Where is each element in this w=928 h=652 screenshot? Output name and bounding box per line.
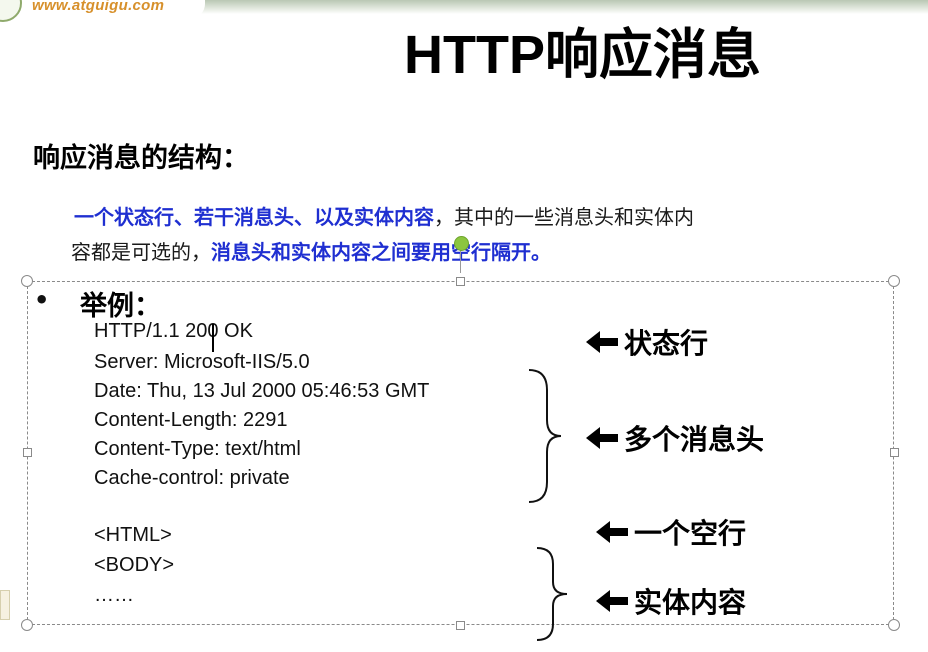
example-heading[interactable]: 举例： bbox=[80, 284, 161, 323]
left-arrow-icon bbox=[596, 590, 628, 612]
resize-handle-top-left[interactable] bbox=[21, 275, 33, 287]
left-arrow-icon bbox=[586, 427, 618, 449]
text-cursor bbox=[212, 324, 214, 352]
headers-label: 多个消息头 bbox=[624, 423, 765, 456]
entity-annotation[interactable]: 实体内容 bbox=[594, 581, 746, 621]
rotate-handle[interactable] bbox=[454, 236, 469, 251]
header-line[interactable]: Content-Type: text/html bbox=[94, 438, 301, 461]
rotate-handle-stem bbox=[460, 249, 461, 273]
resize-handle-bottom[interactable] bbox=[456, 621, 465, 630]
body-line[interactable]: …… bbox=[94, 584, 134, 607]
resize-handle-top-right[interactable] bbox=[888, 275, 900, 287]
header-line[interactable]: Content-Length: 2291 bbox=[94, 409, 288, 432]
status-line-annotation[interactable]: 状态行 bbox=[584, 322, 708, 362]
body-line[interactable]: <BODY> bbox=[94, 554, 174, 577]
slide-title[interactable]: HTTP响应消息 bbox=[404, 20, 864, 90]
body-line[interactable]: <HTML> bbox=[94, 524, 172, 547]
header-line[interactable]: Cache-control: private bbox=[94, 467, 290, 490]
status-line-text[interactable]: HTTP/1.1 200 OK bbox=[94, 320, 253, 343]
side-panel-tab[interactable] bbox=[0, 590, 10, 620]
header-line[interactable]: Date: Thu, 13 Jul 2000 05:46:53 GMT bbox=[94, 380, 429, 403]
logo-url: www.atguigu.com bbox=[32, 0, 165, 14]
left-arrow-icon bbox=[586, 331, 618, 353]
entity-label: 实体内容 bbox=[634, 586, 747, 619]
resize-handle-right[interactable] bbox=[890, 448, 899, 457]
resize-handle-top[interactable] bbox=[456, 277, 465, 286]
resize-handle-left[interactable] bbox=[23, 448, 32, 457]
headers-brace-icon bbox=[528, 369, 562, 503]
left-arrow-icon bbox=[596, 521, 628, 543]
status-line-label: 状态行 bbox=[624, 327, 709, 360]
entity-brace-icon bbox=[536, 547, 568, 641]
description-highlight-1: 一个状态行、若干消息头、以及实体内容 bbox=[74, 205, 434, 229]
resize-handle-bottom-left[interactable] bbox=[21, 619, 33, 631]
description-line-2: 容都是可选的，消息头和实体内容之间要用空行隔开。 bbox=[71, 235, 924, 270]
description-highlight-2: 消息头和实体内容之间要用空行隔开。 bbox=[211, 240, 551, 264]
blank-line-label: 一个空行 bbox=[634, 517, 747, 550]
section-heading[interactable]: 响应消息的结构： bbox=[33, 136, 249, 175]
description-text[interactable]: 一个状态行、若干消息头、以及实体内容，其中的一些消息头和实体内 容都是可选的，消… bbox=[71, 200, 924, 270]
bullet-marker: • bbox=[34, 286, 50, 314]
header-line[interactable]: Server: Microsoft-IIS/5.0 bbox=[94, 351, 310, 374]
description-text-1: ，其中的一些消息头和实体内 bbox=[434, 205, 694, 229]
logo-icon bbox=[0, 0, 22, 22]
description-text-2: 容都是可选的， bbox=[71, 240, 211, 264]
resize-handle-bottom-right[interactable] bbox=[888, 619, 900, 631]
blank-line-annotation[interactable]: 一个空行 bbox=[594, 512, 746, 552]
logo-area: www.atguigu.com bbox=[0, 0, 205, 22]
headers-annotation[interactable]: 多个消息头 bbox=[584, 418, 764, 458]
